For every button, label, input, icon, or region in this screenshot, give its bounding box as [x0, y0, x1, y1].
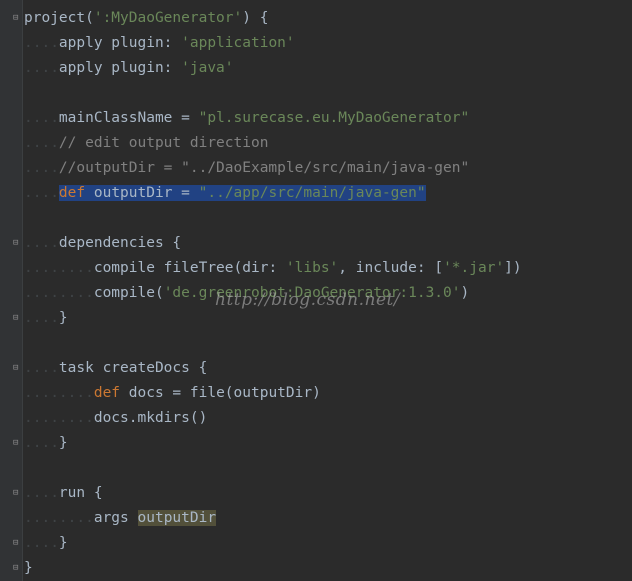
- code-token: }: [58, 435, 68, 451]
- indent-whitespace: ....: [24, 185, 59, 201]
- code-token: compile(: [93, 285, 164, 301]
- code-line[interactable]: ........args outputDir: [24, 506, 632, 531]
- code-token: ) {: [242, 10, 269, 26]
- fold-marker-icon[interactable]: ⊟: [13, 539, 22, 548]
- code-line[interactable]: ....apply plugin: 'application': [24, 31, 632, 56]
- indent-whitespace: ........: [24, 410, 94, 426]
- code-line[interactable]: [24, 81, 632, 106]
- code-line[interactable]: ....apply plugin: 'java': [24, 56, 632, 81]
- fold-marker-icon[interactable]: ⊟: [13, 364, 22, 373]
- code-token: "pl.surecase.eu.MyDaoGenerator": [198, 110, 470, 126]
- code-line[interactable]: ....}: [24, 531, 632, 556]
- code-token: compile fileTree(dir:: [93, 260, 286, 276]
- code-line[interactable]: ....run {: [24, 481, 632, 506]
- code-token: 'application': [181, 35, 295, 51]
- fold-marker-icon[interactable]: ⊟: [13, 314, 22, 323]
- editor-gutter[interactable]: ⊟ ⊟ ⊟ ⊟ ⊟ ⊟ ⊟ ⊟: [0, 0, 23, 581]
- indent-whitespace: ....: [24, 160, 59, 176]
- code-line[interactable]: ........compile fileTree(dir: 'libs', in…: [24, 256, 632, 281]
- code-editor[interactable]: ⊟ ⊟ ⊟ ⊟ ⊟ ⊟ ⊟ ⊟ project(':MyDaoGenerator…: [0, 0, 632, 581]
- code-line[interactable]: [24, 456, 632, 481]
- code-line[interactable]: }: [24, 556, 632, 581]
- code-token: project(: [24, 10, 94, 26]
- indent-whitespace: ....: [24, 485, 59, 501]
- code-token: mainClassName =: [58, 110, 199, 126]
- code-line[interactable]: ....}: [24, 306, 632, 331]
- fold-marker-icon[interactable]: ⊟: [13, 14, 22, 23]
- code-token: dependencies {: [58, 235, 182, 251]
- fold-marker-icon[interactable]: ⊟: [13, 439, 22, 448]
- code-token: def: [58, 185, 86, 201]
- indent-whitespace: ........: [24, 285, 94, 301]
- code-token: 'de.greenrobot:DaoGenerator:1.3.0': [163, 285, 461, 301]
- code-line[interactable]: ....def outputDir = "../app/src/main/jav…: [24, 181, 632, 206]
- indent-whitespace: ....: [24, 435, 59, 451]
- code-line[interactable]: ....mainClassName = "pl.surecase.eu.MyDa…: [24, 106, 632, 131]
- code-line[interactable]: ....dependencies {: [24, 231, 632, 256]
- indent-whitespace: ....: [24, 110, 59, 126]
- code-token: apply plugin:: [58, 35, 182, 51]
- code-line[interactable]: ....task createDocs {: [24, 356, 632, 381]
- fold-marker-icon[interactable]: ⊟: [13, 239, 22, 248]
- indent-whitespace: ........: [24, 510, 94, 526]
- code-token: 'libs': [285, 260, 339, 276]
- indent-whitespace: ....: [24, 360, 59, 376]
- code-token: ':MyDaoGenerator': [93, 10, 243, 26]
- indent-whitespace: ....: [24, 60, 59, 76]
- code-line[interactable]: ........def docs = file(outputDir): [24, 381, 632, 406]
- code-token: ]): [504, 260, 522, 276]
- indent-whitespace: ....: [24, 310, 59, 326]
- code-line[interactable]: [24, 331, 632, 356]
- code-token: //outputDir = "../DaoExample/src/main/ja…: [58, 160, 470, 176]
- code-token: }: [58, 535, 68, 551]
- indent-whitespace: ........: [24, 385, 94, 401]
- code-line[interactable]: ........docs.mkdirs(): [24, 406, 632, 431]
- code-line[interactable]: ....// edit output direction: [24, 131, 632, 156]
- code-token: // edit output direction: [58, 135, 269, 151]
- code-token: outputDir =: [85, 185, 199, 201]
- indent-whitespace: ....: [24, 235, 59, 251]
- code-token: task createDocs {: [58, 360, 208, 376]
- code-token: , include: [: [338, 260, 444, 276]
- code-token: outputDir: [137, 510, 217, 526]
- code-token: apply plugin:: [58, 60, 182, 76]
- code-token: def: [93, 385, 121, 401]
- code-line[interactable]: project(':MyDaoGenerator') {: [24, 6, 632, 31]
- code-line[interactable]: [24, 206, 632, 231]
- code-token: "../app/src/main/java-gen": [198, 185, 426, 201]
- fold-marker-icon[interactable]: ⊟: [13, 564, 22, 573]
- code-token: '*.jar': [443, 260, 505, 276]
- code-token: ): [460, 285, 470, 301]
- code-line[interactable]: ........compile('de.greenrobot:DaoGenera…: [24, 281, 632, 306]
- code-lines[interactable]: project(':MyDaoGenerator') {....apply pl…: [24, 6, 632, 581]
- code-token: docs.mkdirs(): [93, 410, 208, 426]
- fold-marker-icon[interactable]: ⊟: [13, 489, 22, 498]
- code-token: }: [58, 310, 68, 326]
- code-token: run {: [58, 485, 103, 501]
- indent-whitespace: ....: [24, 535, 59, 551]
- code-line[interactable]: ....}: [24, 431, 632, 456]
- indent-whitespace: ....: [24, 35, 59, 51]
- code-line[interactable]: ....//outputDir = "../DaoExample/src/mai…: [24, 156, 632, 181]
- code-token: 'java': [181, 60, 234, 76]
- indent-whitespace: ........: [24, 260, 94, 276]
- code-token: args: [93, 510, 138, 526]
- code-token: docs = file(outputDir): [120, 385, 321, 401]
- code-token: }: [24, 560, 33, 576]
- indent-whitespace: ....: [24, 135, 59, 151]
